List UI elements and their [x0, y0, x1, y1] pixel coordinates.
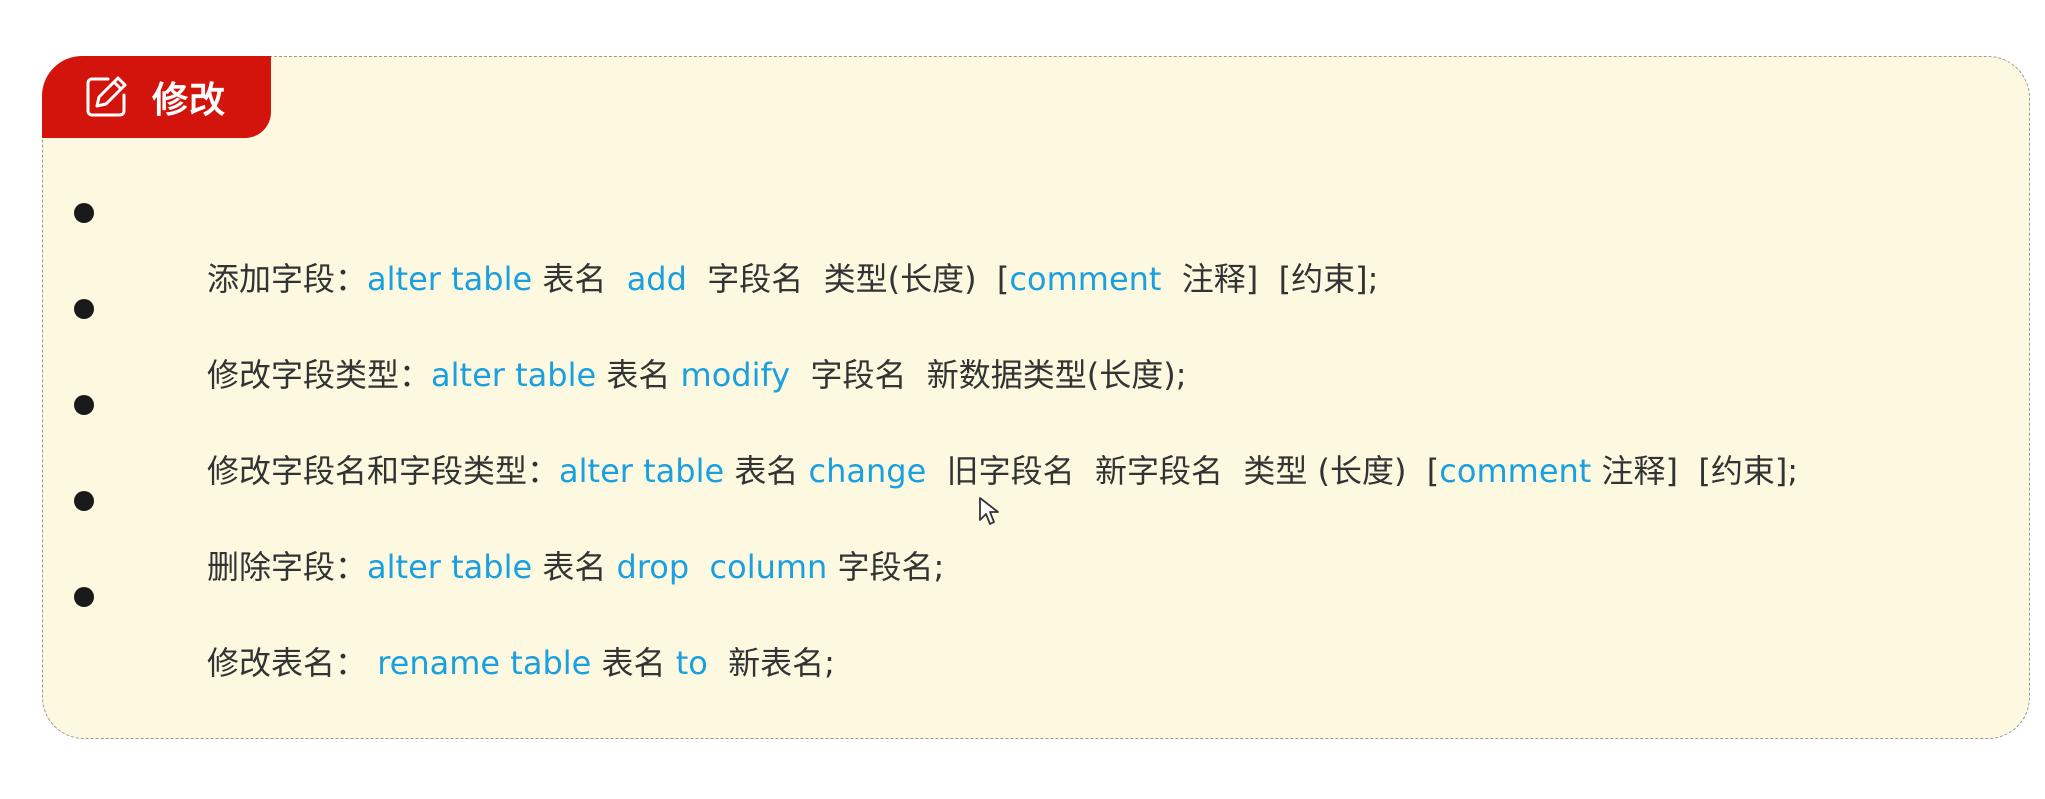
bullet-icon — [74, 491, 94, 511]
edit-icon — [86, 76, 127, 117]
bullet-icon — [74, 203, 94, 223]
text-segment: 表名 — [591, 644, 676, 682]
text-segment: 新表名; — [707, 644, 835, 682]
text-segment: 修改表名： — [207, 644, 378, 682]
section-tag: 修改 — [42, 56, 271, 138]
list-item: 修改字段名和字段类型：alter table 表名 change 旧字段名 新字… — [70, 372, 1798, 490]
bullet-icon — [74, 587, 94, 607]
keyword-segment: rename table — [377, 644, 592, 682]
syntax-list: 添加字段：alter table 表名 add 字段名 类型(长度) [comm… — [70, 180, 1798, 682]
keyword-segment: to — [675, 644, 708, 682]
syntax-line: 修改表名： rename table 表名 to 新表名; — [146, 564, 835, 762]
list-item: 删除字段：alter table 表名 drop column 字段名; — [70, 468, 1798, 586]
bullet-icon — [74, 299, 94, 319]
list-item: 修改字段类型：alter table 表名 modify 字段名 新数据类型(长… — [70, 276, 1798, 394]
section-title: 修改 — [152, 80, 227, 121]
list-item: 修改表名： rename table 表名 to 新表名; — [70, 564, 1798, 682]
mouse-pointer-icon — [979, 497, 999, 525]
bullet-icon — [74, 395, 94, 415]
list-item: 添加字段：alter table 表名 add 字段名 类型(长度) [comm… — [70, 180, 1798, 298]
